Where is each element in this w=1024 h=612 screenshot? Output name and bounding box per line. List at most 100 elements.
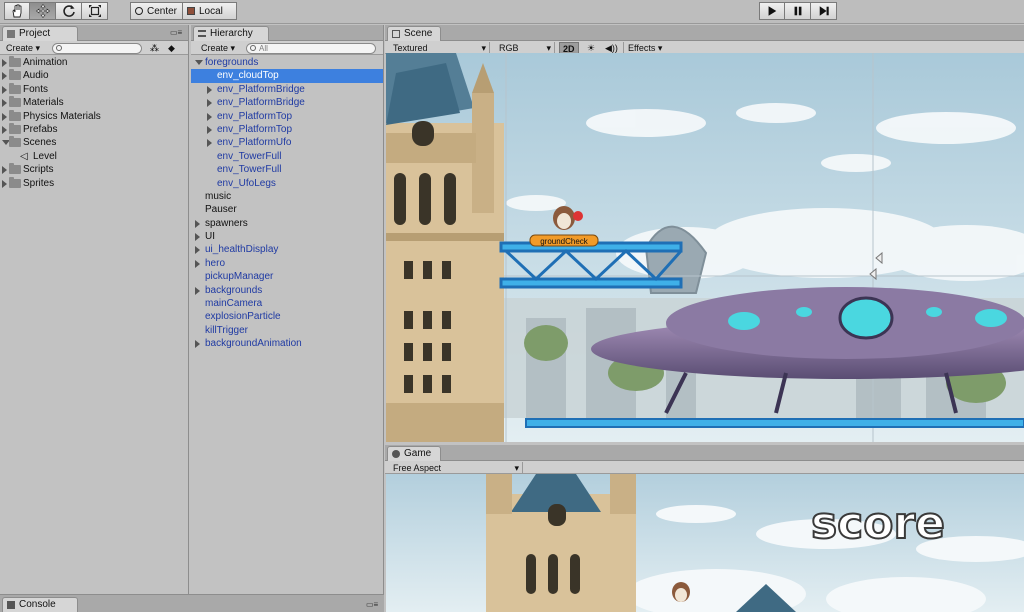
collapsed-arrow-icon[interactable] [207, 112, 212, 121]
tower-artwork [386, 53, 504, 442]
collapsed-arrow-icon[interactable] [207, 125, 212, 134]
hierarchy-item[interactable]: hero [191, 257, 383, 270]
tab-project[interactable]: Project [2, 26, 78, 41]
hierarchy-item[interactable]: env_TowerFull [191, 163, 383, 176]
project-create-label: Create [6, 43, 34, 53]
hierarchy-item[interactable]: env_PlatformBridge [191, 96, 383, 109]
scale-tool-button[interactable] [82, 2, 108, 20]
hierarchy-item-label: env_cloudTop [217, 70, 279, 82]
project-item[interactable]: Materials [0, 96, 188, 109]
pivot-local-button[interactable]: Local [183, 2, 237, 20]
main-toolbar: Center Local [0, 0, 1024, 24]
project-item[interactable]: Physics Materials [0, 109, 188, 123]
hierarchy-item[interactable]: pickupManager [191, 270, 383, 283]
folder-icon [9, 136, 21, 148]
hierarchy-item[interactable]: backgrounds [191, 284, 383, 297]
scene-tabbar: Scene [385, 25, 1024, 41]
hierarchy-item[interactable]: ui_healthDisplay [191, 243, 383, 256]
collapsed-arrow-icon[interactable] [2, 72, 7, 81]
hierarchy-item[interactable]: backgroundAnimation [191, 337, 383, 350]
project-item[interactable]: ◁ Level [0, 150, 188, 163]
hierarchy-item[interactable]: music [191, 190, 383, 203]
hierarchy-item-label: backgroundAnimation [205, 338, 302, 350]
hierarchy-item[interactable]: env_PlatformBridge [191, 83, 383, 96]
rotate-tool-button[interactable] [56, 2, 82, 20]
hierarchy-item[interactable]: mainCamera [191, 297, 383, 310]
collapsed-arrow-icon[interactable] [207, 85, 212, 94]
collapsed-arrow-icon[interactable] [2, 125, 7, 134]
expanded-arrow-icon[interactable] [195, 60, 203, 65]
unity-scene-icon: ◁ [20, 150, 28, 162]
collapsed-arrow-icon[interactable] [195, 219, 200, 228]
collapsed-arrow-icon[interactable] [2, 85, 7, 94]
project-tree: Animation Audio Fonts Materials Physics Mate… [0, 56, 188, 594]
tab-hierarchy[interactable]: Hierarchy [193, 26, 269, 41]
aspect-dropdown[interactable]: Free Aspect ▾ [389, 462, 523, 474]
collapsed-arrow-icon[interactable] [2, 166, 7, 175]
project-item[interactable]: Prefabs [0, 122, 188, 136]
collapsed-arrow-icon[interactable] [195, 340, 200, 349]
project-item-label: Fonts [23, 83, 49, 95]
project-item[interactable]: Fonts [0, 82, 188, 96]
hierarchy-search-input[interactable]: All [246, 43, 376, 54]
hierarchy-item[interactable]: env_UfoLegs [191, 177, 383, 190]
ground-platform-artwork [525, 418, 1024, 428]
hierarchy-create-dropdown[interactable]: Create ▾ [197, 42, 239, 54]
hierarchy-item[interactable]: env_TowerFull [191, 150, 383, 163]
hierarchy-item-label: env_UfoLegs [217, 177, 276, 189]
hierarchy-tab-label: Hierarchy [210, 28, 253, 39]
collapsed-arrow-icon[interactable] [195, 286, 200, 295]
hierarchy-item[interactable]: spawners [191, 217, 383, 230]
collapsed-arrow-icon[interactable] [207, 99, 212, 108]
list-icon [198, 30, 206, 37]
console-icon [7, 601, 15, 609]
project-item[interactable]: Sprites [0, 176, 188, 190]
search-icon [250, 45, 256, 51]
pause-icon [794, 6, 801, 16]
step-button[interactable] [811, 2, 837, 20]
game-toolbar: Free Aspect ▾ [385, 461, 1024, 474]
hierarchy-item[interactable]: killTrigger [191, 324, 383, 337]
project-search-input[interactable] [52, 43, 142, 54]
filter-by-label-icon[interactable]: ◆ [168, 43, 178, 53]
project-item[interactable]: Audio [0, 69, 188, 82]
collapsed-arrow-icon[interactable] [2, 179, 7, 188]
collapsed-arrow-icon[interactable] [207, 139, 212, 148]
collapsed-arrow-icon[interactable] [2, 99, 7, 108]
hierarchy-item[interactable]: env_cloudTop [191, 69, 383, 83]
play-button[interactable] [759, 2, 785, 20]
pause-button[interactable] [785, 2, 811, 20]
hierarchy-item[interactable]: explosionParticle [191, 310, 383, 323]
hierarchy-item[interactable]: env_PlatformTop [191, 123, 383, 136]
collapsed-arrow-icon[interactable] [2, 59, 7, 67]
filter-by-type-icon[interactable]: ⁂ [150, 43, 160, 53]
tab-console[interactable]: Console [2, 597, 78, 612]
hierarchy-item[interactable]: env_PlatformTop [191, 110, 383, 123]
game-viewport[interactable]: score [386, 474, 1024, 612]
project-item[interactable]: Scenes [0, 136, 188, 149]
collapsed-arrow-icon[interactable] [195, 233, 200, 242]
project-item-label: Level [33, 150, 57, 162]
hand-tool-button[interactable] [4, 2, 30, 20]
collapsed-arrow-icon[interactable] [195, 259, 200, 268]
pivot-center-button[interactable]: Center [130, 2, 183, 20]
hierarchy-item[interactable]: env_PlatformUfo [191, 136, 383, 149]
project-create-dropdown[interactable]: Create ▾ [2, 42, 44, 54]
hierarchy-item[interactable]: foregrounds [191, 56, 383, 69]
cube-icon [187, 7, 195, 15]
move-tool-button[interactable] [30, 2, 56, 20]
project-item[interactable]: Animation [0, 56, 188, 69]
scene-viewport[interactable]: groundCheck [386, 53, 1024, 442]
collapsed-arrow-icon[interactable] [2, 112, 7, 121]
collapsed-arrow-icon[interactable] [195, 246, 200, 255]
folder-icon [9, 69, 21, 81]
lock-icon[interactable]: ▭≡ [170, 28, 184, 37]
tab-scene[interactable]: Scene [387, 26, 441, 41]
hierarchy-item[interactable]: Pauser [191, 203, 383, 216]
project-item[interactable]: Scripts [0, 163, 188, 176]
tab-game[interactable]: Game [387, 446, 441, 461]
folder-icon [9, 122, 21, 134]
hierarchy-item-label: Pauser [205, 204, 237, 216]
console-lock-icon[interactable]: ▭≡ [366, 600, 380, 609]
hierarchy-item[interactable]: UI [191, 230, 383, 243]
